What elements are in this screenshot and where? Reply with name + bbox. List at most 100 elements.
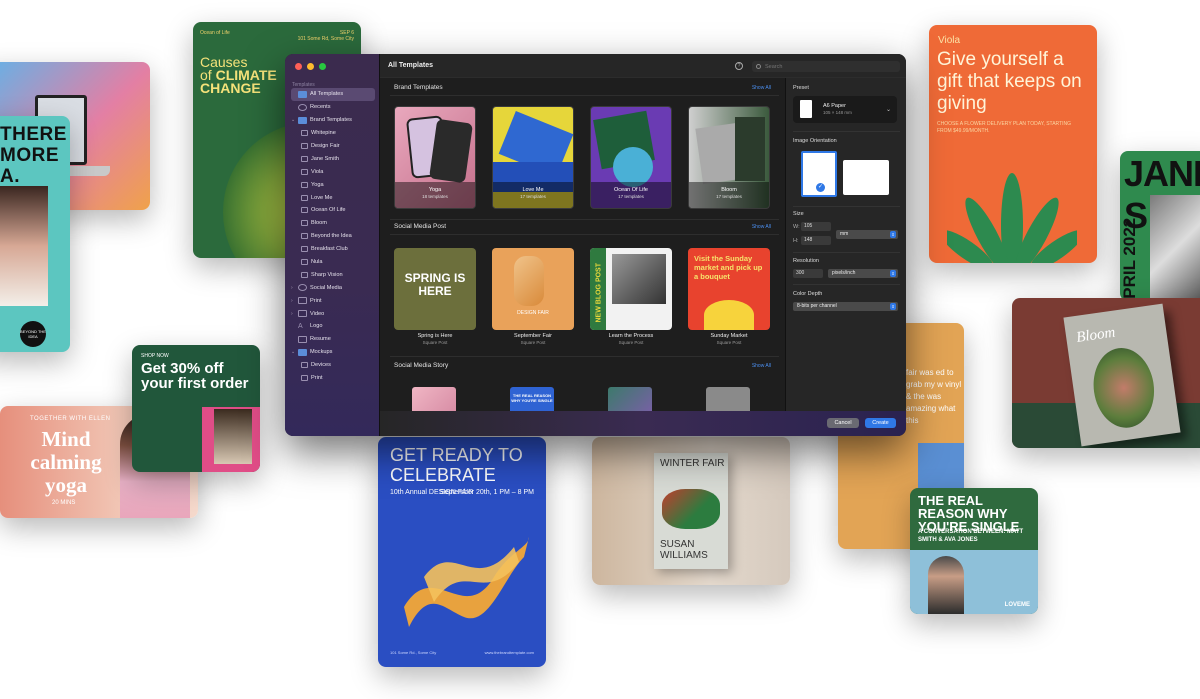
divider [793, 284, 900, 285]
sidebar: Templates All Templates Recents ⌄ Brand T… [285, 54, 380, 436]
sidebar-item-brand-templates[interactable]: ⌄ Brand Templates [291, 114, 375, 127]
sidebar-item-video[interactable]: › Video [291, 307, 375, 320]
celebrate-url: www.thebrandtemplate.com [484, 650, 534, 655]
resolution-unit-select[interactable]: pixels/inch ⇕ [828, 269, 898, 278]
search-icon [756, 64, 761, 69]
width-field[interactable]: 105 [801, 222, 831, 231]
create-button[interactable]: Create [865, 418, 896, 428]
sidebar-item-breakfast-club[interactable]: Breakfast Club [291, 243, 375, 256]
post-tile-september-fair[interactable]: DESIGN FAIR September Fair Square Post [492, 248, 574, 345]
sidebar-item-bloom[interactable]: Bloom [291, 217, 375, 230]
winter-book: WINTER FAIR SUSAN WILLIAMS [654, 453, 728, 569]
bloom-magazine: Bloom [1063, 303, 1181, 447]
sidebar-item-all-templates[interactable]: All Templates [291, 88, 375, 101]
orientation-label: Image Orientation [793, 138, 837, 144]
viola-sub: CHOOSE A FLOWER DELIVERY PLAN TODAY, STA… [937, 121, 1072, 134]
story-tile-2[interactable]: THE REAL REASON WHY YOU'RE SINGLE [510, 387, 554, 411]
offer-sub: SHOP NOW [141, 353, 169, 359]
viola-card: Viola Give yourself a gift that keeps on… [929, 25, 1097, 263]
portrait-option[interactable]: ✓ [801, 151, 837, 197]
printer-icon [298, 297, 307, 305]
landscape-option[interactable] [843, 160, 889, 195]
page-icon [301, 246, 308, 253]
story-tile-1[interactable] [412, 387, 456, 411]
plant-graphic [947, 173, 1077, 263]
depth-label: Color Depth [793, 291, 823, 297]
blog-thumbnail: NEW BLOG POST [590, 248, 672, 330]
mind-title: Mind calming yoga [30, 427, 102, 497]
window-footer: Cancel Create [380, 411, 906, 436]
post-tile-spring[interactable]: SPRING IS HERE Spring is Here Square Pos… [394, 248, 476, 345]
preset-size: 105 × 148 mm [823, 110, 852, 115]
divider [390, 219, 779, 220]
depth-select[interactable]: 8-bits per channel ⇕ [793, 302, 898, 311]
sidebar-item-print[interactable]: › Print [291, 294, 375, 307]
sidebar-item-love-me[interactable]: Love Me [291, 191, 375, 204]
zoom-button[interactable] [319, 63, 326, 70]
real-sub: A CONVERSATION BETWEEN: MATT SMITH & AVA… [918, 529, 1024, 543]
unit-select[interactable]: mm ⇕ [836, 230, 898, 239]
social-post-section-title: Social Media Post [394, 223, 447, 230]
sidebar-item-ocean-of-life[interactable]: Ocean Of Life [291, 204, 375, 217]
preset-selector[interactable]: A6 Paper 105 × 148 mm ⌄ [793, 96, 897, 123]
page-icon [301, 143, 308, 149]
post-tile-sunday-market[interactable]: Visit the Sunday market and pick up a bo… [688, 248, 770, 345]
showcase-canvas: THERE MORE A. BEYOND THE IDEA Ocean of L… [0, 0, 1200, 699]
chevron-right-icon[interactable]: › [291, 311, 298, 317]
offer-photo [214, 409, 252, 464]
sidebar-item-mockup-print[interactable]: Print [291, 372, 375, 385]
september-thumbnail: DESIGN FAIR [492, 248, 574, 330]
window-controls [295, 63, 326, 70]
bloom-card: Bloom [1012, 298, 1200, 448]
preset-value: A6 Paper [823, 103, 846, 109]
page-icon [301, 130, 308, 137]
climate-date: SEP 6 101 Some Rd, Some City [297, 30, 354, 42]
mockup-icon [298, 348, 307, 356]
sidebar-item-devices[interactable]: Devices [291, 359, 375, 372]
offer-card: SHOP NOW Get 30% off your first order [132, 345, 260, 472]
sidebar-item-nula[interactable]: Nula [291, 256, 375, 269]
sidebar-item-sharp-vision[interactable]: Sharp Vision [291, 268, 375, 281]
brand-tile-bloom[interactable]: Bloom 17 templates [688, 106, 770, 209]
chevron-down-icon[interactable]: ⌄ [291, 349, 298, 355]
sidebar-item-design-fair[interactable]: Design Fair [291, 140, 375, 153]
sidebar-item-logo[interactable]: A Logo [291, 320, 375, 333]
sidebar-item-viola[interactable]: Viola [291, 165, 375, 178]
brand-tile-yoga[interactable]: Yoga 18 templates [394, 106, 476, 209]
sidebar-item-yoga[interactable]: Yoga [291, 178, 375, 191]
celebrate-time: September 20th, 1 PM – 8 PM [439, 489, 534, 496]
cancel-button[interactable]: Cancel [827, 418, 859, 428]
sidebar-item-social-media[interactable]: › Social Media [291, 281, 375, 294]
sidebar-item-jane-smith[interactable]: Jane Smith [291, 152, 375, 165]
sidebar-item-whitepine[interactable]: Whitepine [291, 127, 375, 140]
chevron-down-icon[interactable]: ⌄ [291, 117, 298, 123]
page-icon [301, 220, 308, 227]
checkmark-icon: ✓ [816, 183, 825, 192]
search-field[interactable] [752, 61, 900, 72]
brand-tile-ocean-of-life[interactable]: Ocean Of Life 17 templates [590, 106, 672, 209]
story-tile-4[interactable] [706, 387, 750, 411]
post-tile-learn-process[interactable]: NEW BLOG POST Learn the Process Square P… [590, 248, 672, 345]
sidebar-item-beyond-the-idea[interactable]: Beyond the Idea [291, 230, 375, 243]
window-title: All Templates [388, 62, 433, 69]
chevron-right-icon[interactable]: › [291, 285, 298, 291]
social-story-show-all[interactable]: Show All [752, 363, 771, 369]
sidebar-item-mockups[interactable]: ⌄ Mockups [291, 346, 375, 359]
height-label: H: [793, 238, 799, 244]
social-post-show-all[interactable]: Show All [752, 224, 771, 230]
height-field[interactable]: 148 [801, 236, 831, 245]
resolution-field[interactable]: 300 [793, 269, 823, 278]
sidebar-item-resume[interactable]: Resume [291, 333, 375, 346]
page-icon [301, 155, 308, 162]
search-input[interactable] [765, 63, 885, 70]
sidebar-item-recents[interactable]: Recents [291, 101, 375, 114]
chevron-right-icon[interactable]: › [291, 298, 298, 304]
minimize-button[interactable] [307, 63, 314, 70]
story-tile-3[interactable] [608, 387, 652, 411]
printer-icon [301, 375, 308, 382]
close-button[interactable] [295, 63, 302, 70]
brand-tile-love-me[interactable]: Love Me 17 templates [492, 106, 574, 209]
brand-show-all[interactable]: Show All [752, 85, 771, 91]
help-icon[interactable]: ? [735, 62, 743, 70]
template-chooser-window: Templates All Templates Recents ⌄ Brand T… [285, 54, 906, 436]
